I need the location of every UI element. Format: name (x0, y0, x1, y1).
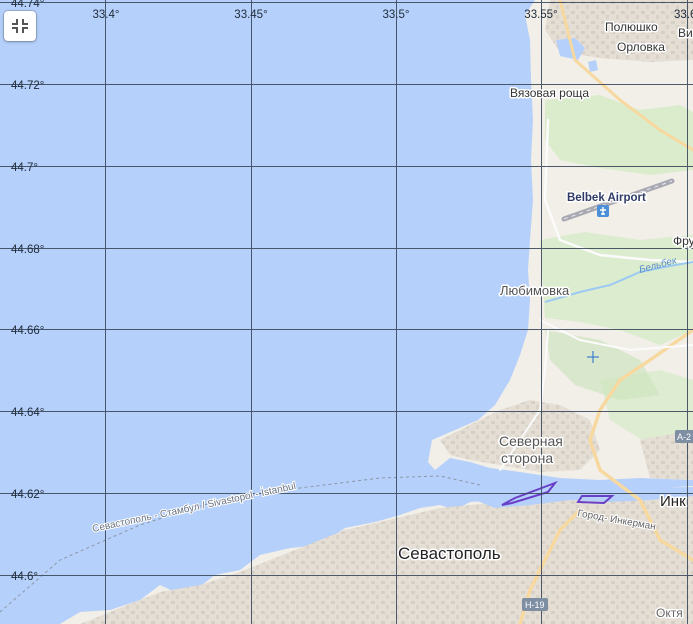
place-label-sevastopol: Севастополь (398, 544, 501, 563)
airport-icon (597, 205, 609, 217)
place-label-okt: Октя (656, 606, 683, 620)
latitude-label: 44.62° (11, 489, 44, 501)
place-label-vyazovaya-roshcha: Вязовая роща (510, 86, 589, 100)
map-canvas[interactable]: 33.4° 33.45° 33.5° 33.55° 33.6 44.74° 44… (0, 0, 693, 624)
svg-text:Н-19: Н-19 (525, 600, 545, 610)
latitude-label: 44.64° (11, 407, 44, 419)
airport-label: Belbek Airport (567, 192, 646, 204)
longitude-label: 33.45° (234, 9, 267, 21)
fullscreen-button[interactable] (4, 11, 36, 41)
latitude-label: 44.7° (11, 162, 38, 174)
longitude-label: 33.55° (524, 9, 557, 21)
svg-text:А-2: А-2 (677, 432, 691, 442)
place-label-lyubimovka: Любимовка (500, 283, 570, 298)
latitude-label: 44.74° (11, 0, 44, 10)
latitude-label: 44.68° (11, 244, 44, 256)
longitude-label: 33.4° (93, 9, 120, 21)
place-label-severnaya: Северная (499, 433, 563, 449)
road-shield-n19: Н-19 (522, 598, 548, 611)
longitude-label: 33.5° (383, 9, 410, 21)
road-shield-a2: А-2 (675, 430, 693, 443)
place-label-orlovka: Орловка (617, 40, 665, 54)
place-label-vi: Ви (678, 26, 693, 40)
collapse-arrows-icon (12, 19, 28, 33)
latitude-label: 44.72° (11, 80, 44, 92)
place-label-ink: Инк (660, 493, 686, 510)
latitude-label: 44.6° (11, 571, 38, 583)
place-label-storona: сторона (501, 450, 553, 466)
longitude-label: 33.6 (674, 9, 693, 21)
latitude-label: 44.66° (11, 325, 44, 337)
place-label-fru: Фру (673, 234, 693, 248)
place-label-poloshko: Полюшко (605, 20, 658, 34)
